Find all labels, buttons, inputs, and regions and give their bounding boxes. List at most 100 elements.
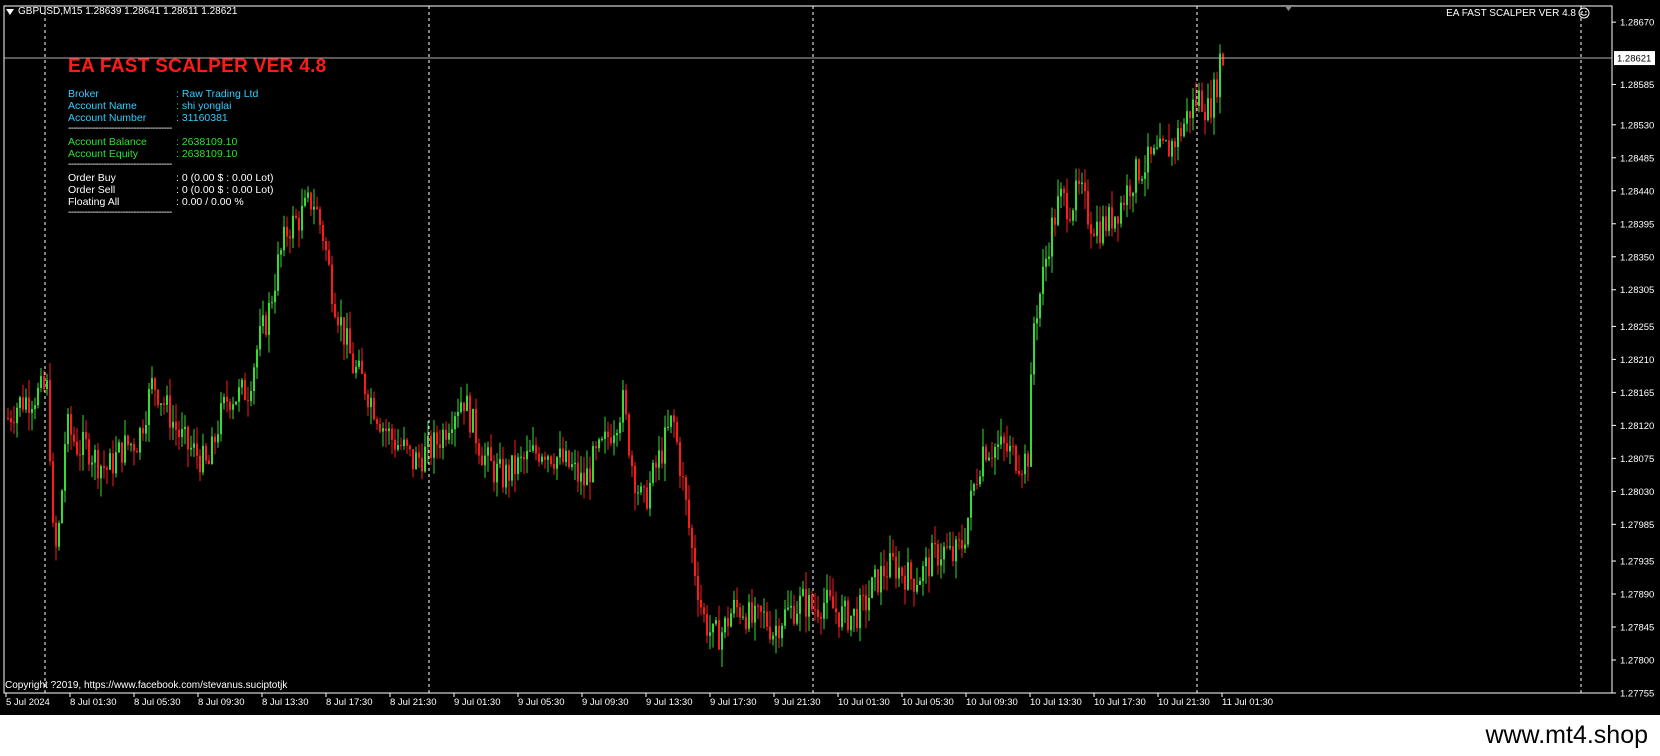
account-name-label: Account Name — [68, 100, 137, 112]
candle-body — [331, 264, 333, 305]
candle-body — [310, 192, 312, 210]
candle-body — [517, 457, 519, 475]
balance-label: Account Balance — [68, 136, 147, 148]
candle-body — [346, 328, 348, 345]
candle-body — [871, 577, 873, 598]
candle-body — [16, 407, 18, 424]
candle-body — [1180, 128, 1182, 137]
candle-body — [1171, 141, 1173, 157]
candle-body — [1057, 196, 1059, 225]
candle-body — [49, 380, 51, 462]
candle-body — [826, 589, 828, 603]
candle-body — [1099, 221, 1101, 244]
symbol-bar: GBPUSD,M15 1.28639 1.28641 1.28611 1.286… — [6, 6, 237, 17]
candle-body — [1102, 216, 1104, 244]
candle-body — [55, 522, 57, 547]
candle-body — [121, 442, 123, 463]
candle-body — [382, 428, 384, 432]
candle-body — [406, 439, 408, 446]
candle-body — [1192, 99, 1194, 118]
candle-body — [1054, 217, 1056, 225]
candle-body — [952, 546, 954, 562]
candle-body — [187, 426, 189, 450]
candle-body — [202, 445, 204, 473]
candle-body — [649, 482, 651, 509]
candle-body — [328, 250, 330, 265]
candle-body — [295, 215, 297, 218]
x-tick-label: 9 Jul 09:30 — [582, 697, 628, 708]
candle-body — [1120, 202, 1122, 224]
chart-menu-triangle-icon[interactable] — [6, 8, 14, 15]
candle-body — [673, 415, 675, 423]
candle-body — [70, 414, 72, 435]
x-tick-label: 8 Jul 09:30 — [198, 697, 244, 708]
candle-body — [949, 546, 951, 548]
candle-body — [325, 241, 327, 251]
candle-body — [1129, 185, 1131, 197]
x-tick-label: 10 Jul 21:30 — [1158, 697, 1210, 708]
chart-window[interactable]: 1.28670 1.28585 1.28530 1.28485 1.28440 1.283… — [0, 0, 1660, 715]
candle-body — [274, 290, 276, 303]
candle-body — [364, 373, 366, 395]
order-sell-label: Order Sell — [68, 184, 116, 196]
candle-body — [739, 607, 741, 618]
candle-body — [919, 580, 921, 585]
smiley-icon[interactable] — [1578, 7, 1590, 19]
y-tick-label: 1.28395 — [1620, 219, 1654, 230]
candle-body — [967, 517, 969, 545]
candle-body — [985, 446, 987, 461]
candle-body — [514, 455, 516, 475]
candle-body — [1174, 141, 1176, 148]
candle-body — [211, 436, 213, 465]
candle-body — [46, 380, 48, 390]
candle-body — [844, 600, 846, 607]
candle-body — [667, 426, 669, 428]
account-name-value: : shi yonglai — [176, 100, 232, 112]
candle-body — [256, 349, 258, 368]
candle-body — [130, 443, 132, 446]
candle-body — [1177, 128, 1179, 148]
candle-body — [1165, 140, 1167, 142]
candle-body — [316, 206, 318, 209]
candle-body — [1210, 98, 1212, 118]
candle-body — [229, 401, 231, 410]
candle-body — [838, 612, 840, 628]
candle-body — [811, 595, 813, 610]
candle-body — [1198, 90, 1200, 106]
candle-body — [706, 614, 708, 636]
candle-body — [343, 317, 345, 345]
candle-body — [895, 556, 897, 579]
candle-body — [124, 435, 126, 463]
candle-body — [766, 611, 768, 627]
x-tick-label: 10 Jul 01:30 — [838, 697, 890, 708]
candle-body — [1135, 159, 1137, 193]
candle-body — [541, 456, 543, 462]
candle-body — [679, 442, 681, 477]
candle-body — [280, 250, 282, 255]
order-buy-label: Order Buy — [68, 172, 116, 184]
y-tick-label: 1.28210 — [1620, 355, 1654, 366]
candle-body — [997, 444, 999, 447]
candle-body — [133, 443, 135, 451]
candle-body — [370, 397, 372, 408]
candle-body — [355, 366, 357, 374]
candle-body — [430, 435, 432, 458]
candle-body — [616, 432, 618, 436]
candle-body — [757, 605, 759, 607]
candle-body — [850, 615, 852, 631]
candle-body — [1108, 207, 1110, 231]
candle-body — [1024, 453, 1026, 475]
candle-body — [298, 217, 300, 231]
candle-body — [58, 522, 60, 547]
candle-body — [775, 625, 777, 636]
candle-body — [676, 422, 678, 443]
candle-body — [64, 444, 66, 491]
candle-body — [970, 490, 972, 518]
price-chart[interactable]: 1.28670 1.28585 1.28530 1.28485 1.28440 1.283… — [0, 0, 1660, 715]
candle-body — [745, 616, 747, 629]
candle-body — [634, 466, 636, 494]
y-tick-label: 1.27985 — [1620, 520, 1654, 531]
candle-body — [532, 445, 534, 451]
candle-body — [607, 431, 609, 438]
candle-body — [166, 395, 168, 405]
